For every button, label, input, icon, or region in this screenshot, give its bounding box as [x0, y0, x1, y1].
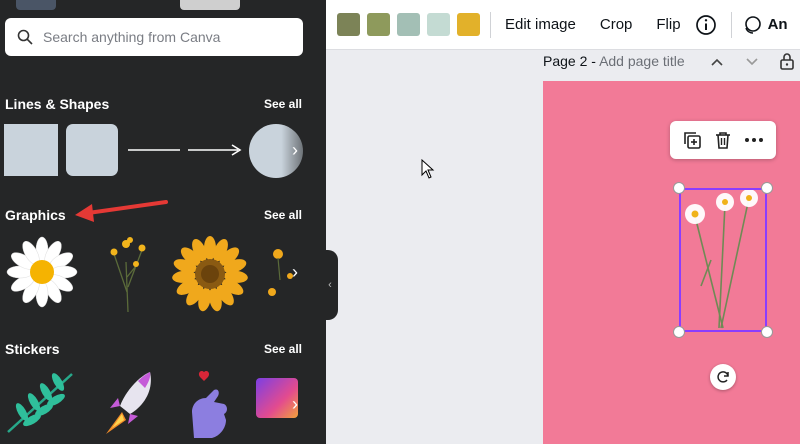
editor-toolbar: Edit image Crop Flip An: [326, 0, 800, 50]
finger-heart-sticker[interactable]: [184, 368, 234, 440]
color-swatch[interactable]: [457, 13, 480, 36]
rotate-button[interactable]: [710, 364, 736, 390]
color-swatch[interactable]: [427, 13, 450, 36]
selection-box: [679, 188, 767, 332]
toolbar-divider: [730, 11, 732, 38]
chevron-right-icon: ›: [292, 261, 298, 282]
arrow-line-shape[interactable]: [186, 140, 244, 160]
stickers-next-button[interactable]: ›: [282, 382, 308, 426]
see-all-stickers-link[interactable]: See all: [264, 342, 302, 356]
chevron-right-icon: ›: [292, 139, 298, 160]
search-input[interactable]: [43, 29, 273, 45]
chevron-right-icon: ›: [292, 393, 298, 414]
rocket-sticker[interactable]: [100, 368, 158, 438]
square-shape[interactable]: [4, 124, 58, 176]
duplicate-icon[interactable]: [682, 130, 702, 150]
resize-handle-bottom-left[interactable]: [673, 326, 685, 338]
graphics-next-button[interactable]: ›: [282, 250, 308, 294]
chevron-left-icon: ‹: [328, 279, 332, 291]
chevron-down-icon: [746, 58, 758, 66]
graphics-row: ›: [0, 230, 326, 314]
animate-icon[interactable]: [742, 15, 762, 35]
more-options-icon[interactable]: [744, 130, 764, 150]
color-swatch[interactable]: [337, 13, 360, 36]
wildflowers-graphic[interactable]: [100, 232, 156, 314]
collapse-panel-button[interactable]: ‹: [322, 250, 338, 320]
search-icon: [17, 29, 33, 45]
edit-image-button[interactable]: Edit image: [505, 16, 576, 33]
info-icon[interactable]: [695, 14, 717, 36]
rounded-square-shape[interactable]: [66, 124, 118, 176]
page-number-label: Page 2 -: [543, 53, 596, 69]
see-all-lines-shapes-link[interactable]: See all: [264, 97, 302, 111]
page-title-input[interactable]: Add page title: [599, 53, 685, 69]
stickers-row: ›: [0, 364, 326, 444]
resize-handle-top-right[interactable]: [761, 182, 773, 194]
previous-item-thumbnail[interactable]: [180, 0, 240, 10]
side-panel: Lines & Shapes See all › Graphics See al…: [0, 0, 326, 444]
trash-icon[interactable]: [713, 130, 733, 150]
resize-handle-bottom-right[interactable]: [761, 326, 773, 338]
move-page-down-button[interactable]: [745, 55, 759, 70]
mouse-cursor-icon: [421, 159, 435, 179]
color-swatch[interactable]: [397, 13, 420, 36]
sunflower-graphic[interactable]: [170, 234, 250, 314]
page-title-bar: Page 2 - Add page title: [543, 53, 685, 69]
daisy-graphic[interactable]: [6, 234, 78, 310]
resize-handle-top-left[interactable]: [673, 182, 685, 194]
lines-shapes-next-button[interactable]: ›: [282, 128, 308, 172]
lines-shapes-row: ›: [0, 120, 326, 204]
element-context-toolbar: [670, 121, 776, 159]
color-swatch[interactable]: [367, 13, 390, 36]
rotate-icon: [717, 371, 729, 383]
see-all-graphics-link[interactable]: See all: [264, 208, 302, 222]
leaf-branch-sticker[interactable]: [4, 368, 78, 436]
toolbar-divider: [490, 11, 491, 38]
annotation-arrow-icon: [75, 200, 168, 222]
lock-icon: [780, 53, 794, 70]
search-box[interactable]: [5, 18, 303, 56]
section-title-stickers: Stickers: [5, 341, 60, 357]
line-shape[interactable]: [126, 140, 182, 160]
previous-item-thumbnail[interactable]: [16, 0, 56, 10]
chevron-up-icon: [711, 58, 723, 66]
animate-button[interactable]: An: [768, 16, 788, 33]
section-title-graphics: Graphics: [5, 207, 66, 223]
lock-page-button[interactable]: [779, 52, 795, 73]
section-title-lines-shapes: Lines & Shapes: [5, 96, 110, 112]
flip-button[interactable]: Flip: [656, 16, 680, 33]
crop-button[interactable]: Crop: [600, 16, 633, 33]
move-page-up-button[interactable]: [710, 55, 724, 70]
